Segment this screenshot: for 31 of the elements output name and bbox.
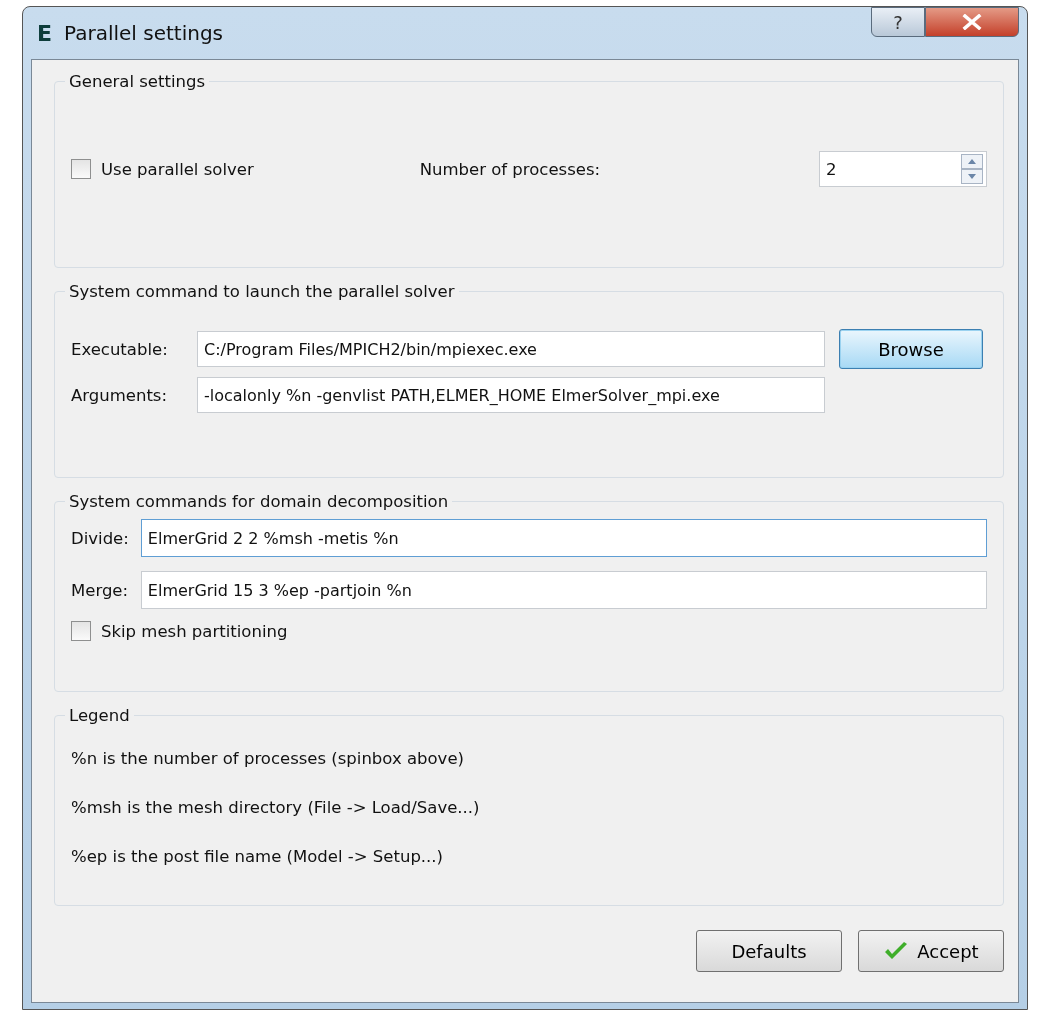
- text-field[interactable]: -localonly %n -genvlist PATH,ELMER_HOME ElmerSolver_mpi.exe: [197, 377, 825, 413]
- legend-text: %ep is the post file name (Model -> Setup...): [71, 846, 445, 868]
- field-label: Arguments:: [71, 385, 169, 405]
- group-title: System commands for domain decomposition: [69, 492, 449, 511]
- spin-arrows-icon: [961, 154, 983, 184]
- text-field[interactable]: C:/Program Files/MPICH2/bin/mpiexec.exe: [197, 331, 825, 367]
- text-field[interactable]: ElmerGrid 2 2 %msh -metis %n: [140, 519, 987, 557]
- group-title: Legend: [69, 706, 130, 725]
- field-label: Merge:: [71, 580, 129, 600]
- field-label: Executable:: [71, 339, 169, 359]
- close-button[interactable]: [925, 7, 1019, 37]
- help-button[interactable]: ?: [871, 7, 925, 37]
- checkmark-icon: [883, 941, 910, 961]
- spin-box[interactable]: 2: [819, 151, 987, 187]
- dialog-button[interactable]: Accept: [858, 930, 1004, 972]
- group-title: General settings: [69, 72, 206, 91]
- field-label: Number of processes:: [419, 159, 602, 179]
- group-title: System command to launch the parallel solver: [69, 282, 455, 301]
- browse-button[interactable]: Browse: [839, 329, 983, 369]
- app-logo: E: [37, 20, 53, 46]
- legend-text: %n is the number of processes (spinbox above): [71, 748, 465, 770]
- checkbox[interactable]: Use parallel solver: [71, 159, 254, 179]
- checkbox-square: [71, 159, 91, 179]
- text-field[interactable]: ElmerGrid 15 3 %ep -partjoin %n: [140, 571, 987, 609]
- checkbox-square: [71, 621, 91, 641]
- field-label: Divide:: [71, 528, 129, 548]
- close-icon: [962, 14, 982, 30]
- dialog-button[interactable]: Defaults: [696, 930, 842, 972]
- window-title: Parallel settings: [64, 21, 224, 45]
- checkbox[interactable]: Skip mesh partitioning: [71, 621, 987, 641]
- legend-text: %msh is the mesh directory (File -> Load/Save...): [71, 797, 481, 819]
